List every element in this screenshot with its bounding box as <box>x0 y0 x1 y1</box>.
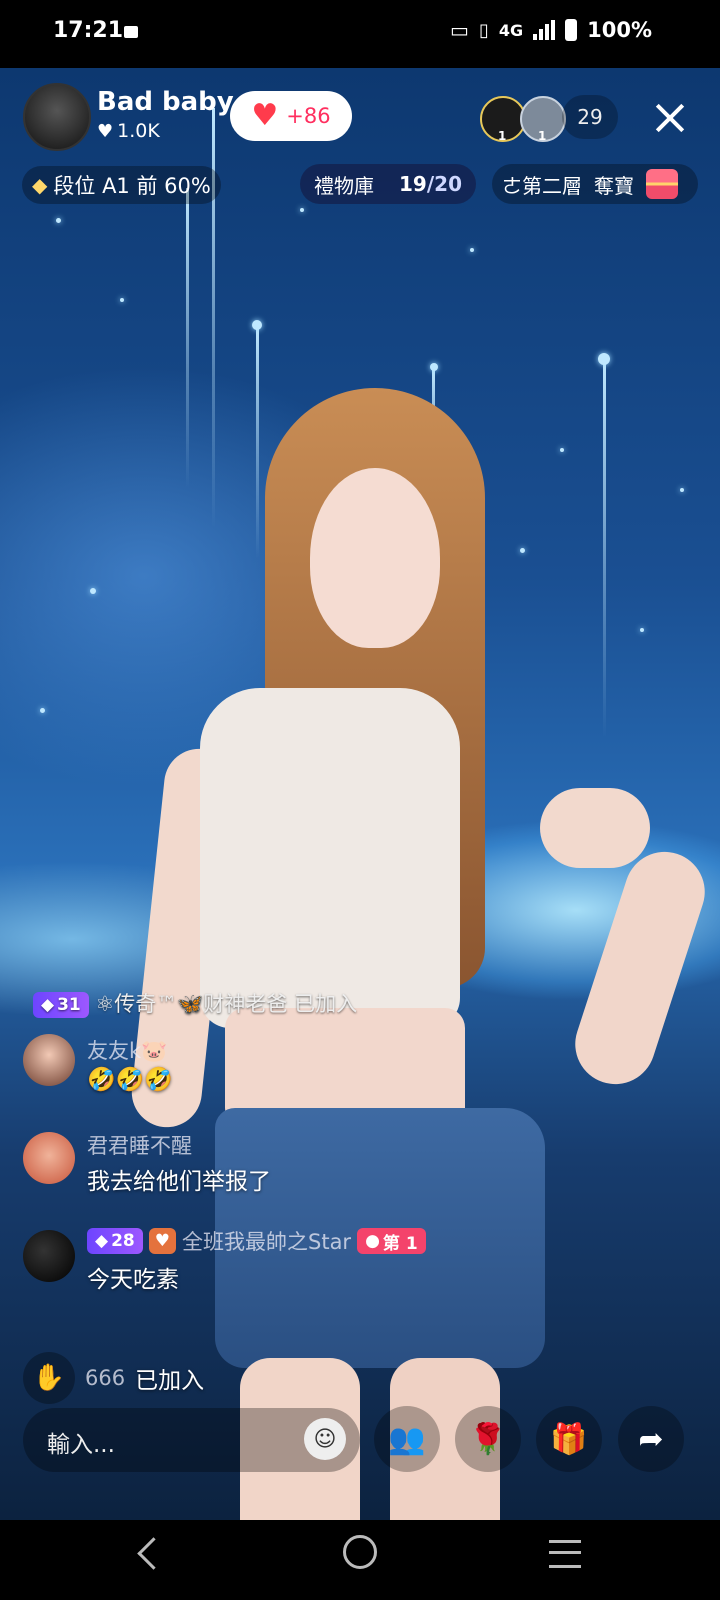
gift-library-progress: 19/20 <box>399 172 462 196</box>
diamond-icon: ◆ <box>32 173 48 197</box>
status-right: ▭ ▯ 4G 100% <box>450 18 652 42</box>
treasure-pill[interactable]: ㄜ第二層 奪寶 <box>492 164 698 204</box>
diamond-icon: ◆ <box>95 1231 109 1251</box>
rank-badge-text: 第 1 <box>382 1233 418 1254</box>
level-badge: ◆ 31 <box>33 992 89 1018</box>
heart-icon: ♥ <box>251 98 279 133</box>
chat-username[interactable]: 全班我最帥之Star <box>182 1226 351 1256</box>
chat-avatar[interactable] <box>23 1132 75 1184</box>
viewer-rank: 1 <box>498 129 507 143</box>
join-notice-name: 666 <box>85 1366 126 1390</box>
battery-percent: 100% <box>587 18 652 42</box>
live-video[interactable] <box>0 68 720 1520</box>
follow-count: +86 <box>286 104 331 128</box>
dancer-top <box>200 688 460 1028</box>
comment-input[interactable]: 輸入... ☺ <box>23 1408 360 1472</box>
host-name[interactable]: Bad baby <box>97 87 234 117</box>
host-likes: ♥ 1.0K <box>97 120 160 142</box>
fan-heart-icon: ♥ <box>148 1228 176 1254</box>
chat-message: 今天吃素 <box>87 1267 179 1293</box>
emoji-icon[interactable]: ☺ <box>304 1418 346 1460</box>
host-likes-count: 1.0K <box>117 120 160 142</box>
join-notice-action: 已加入 <box>135 1368 205 1394</box>
signal-icon <box>533 20 556 40</box>
rank-pill[interactable]: ◆ 段位 A1 前 60% <box>22 166 221 204</box>
join-banner-action: 已加入 <box>294 992 358 1016</box>
rank-badge: ● 第 1 <box>357 1228 426 1254</box>
back-icon[interactable] <box>137 1537 170 1570</box>
gift-library-current: 19 <box>399 172 427 196</box>
crown-icon: ● <box>365 1231 380 1251</box>
gift-library-total: /20 <box>426 172 462 196</box>
viewer-rank: 1 <box>538 129 547 143</box>
battery-icon <box>565 19 578 41</box>
network-type: 4G <box>498 20 524 40</box>
diamond-icon: ◆ <box>41 995 55 1015</box>
treasure-chest-icon <box>646 169 678 199</box>
chat-message: 🤣🤣🤣 <box>87 1067 173 1093</box>
home-icon[interactable] <box>343 1535 377 1569</box>
dancer-face <box>310 468 440 648</box>
viewer-count[interactable]: 29 <box>562 95 618 139</box>
chat-avatar[interactable] <box>23 1034 75 1086</box>
gift-icon[interactable]: 🎁 <box>536 1406 602 1472</box>
level-badge: ◆ 28 <box>87 1228 143 1254</box>
chat-username[interactable]: 君君睡不醒 <box>87 1130 192 1160</box>
comment-input-placeholder: 輸入... <box>47 1432 115 1458</box>
level-number: 28 <box>111 1231 135 1251</box>
multi-guest-icon[interactable]: 👥 <box>374 1406 440 1472</box>
gift-library-label: 禮物庫 <box>314 173 374 198</box>
chat-message: 我去给他们举报了 <box>87 1169 271 1195</box>
rose-icon[interactable]: 🌹 <box>455 1406 521 1472</box>
dancer-arm <box>564 841 716 1095</box>
heart-icon: ♥ <box>97 120 114 142</box>
chat-user-row: ◆ 28 ♥ 全班我最帥之Star ● 第 1 <box>87 1226 426 1256</box>
status-bar: 17:21 ▭ ▯ 4G 100% <box>0 0 720 68</box>
chat-avatar[interactable] <box>23 1230 75 1282</box>
status-time: 17:21 <box>53 18 124 43</box>
join-notice: ✋ 666 已加入 <box>23 1352 204 1404</box>
join-banner-name: ⚛传奇™🦋财神老爸 <box>95 992 288 1016</box>
dancer-arm <box>540 788 650 868</box>
rank-text: 段位 A1 前 60% <box>53 174 211 198</box>
chat-username[interactable]: 友友k🐷 <box>87 1035 167 1065</box>
recents-icon[interactable] <box>549 1540 581 1568</box>
treasure-floor: ㄜ第二層 <box>502 173 582 198</box>
share-icon[interactable]: ➦ <box>618 1406 684 1472</box>
vibrate-icon: ▯ <box>478 19 489 41</box>
wave-hand-icon[interactable]: ✋ <box>23 1352 75 1404</box>
top-viewer-avatar[interactable]: 1 <box>520 96 566 143</box>
follow-button[interactable]: ♥ +86 <box>230 91 352 141</box>
screen-record-icon <box>124 26 138 38</box>
close-icon[interactable] <box>650 98 690 138</box>
system-nav-bar <box>0 1520 720 1600</box>
host-avatar[interactable] <box>23 83 91 151</box>
cast-icon: ▭ <box>450 18 469 42</box>
join-banner: ◆ 31 ⚛传奇™🦋财神老爸 已加入 <box>33 988 357 1018</box>
gift-library-pill[interactable]: 禮物庫 19/20 <box>300 164 476 204</box>
level-number: 31 <box>57 995 81 1015</box>
treasure-label: 奪寶 <box>594 173 634 198</box>
